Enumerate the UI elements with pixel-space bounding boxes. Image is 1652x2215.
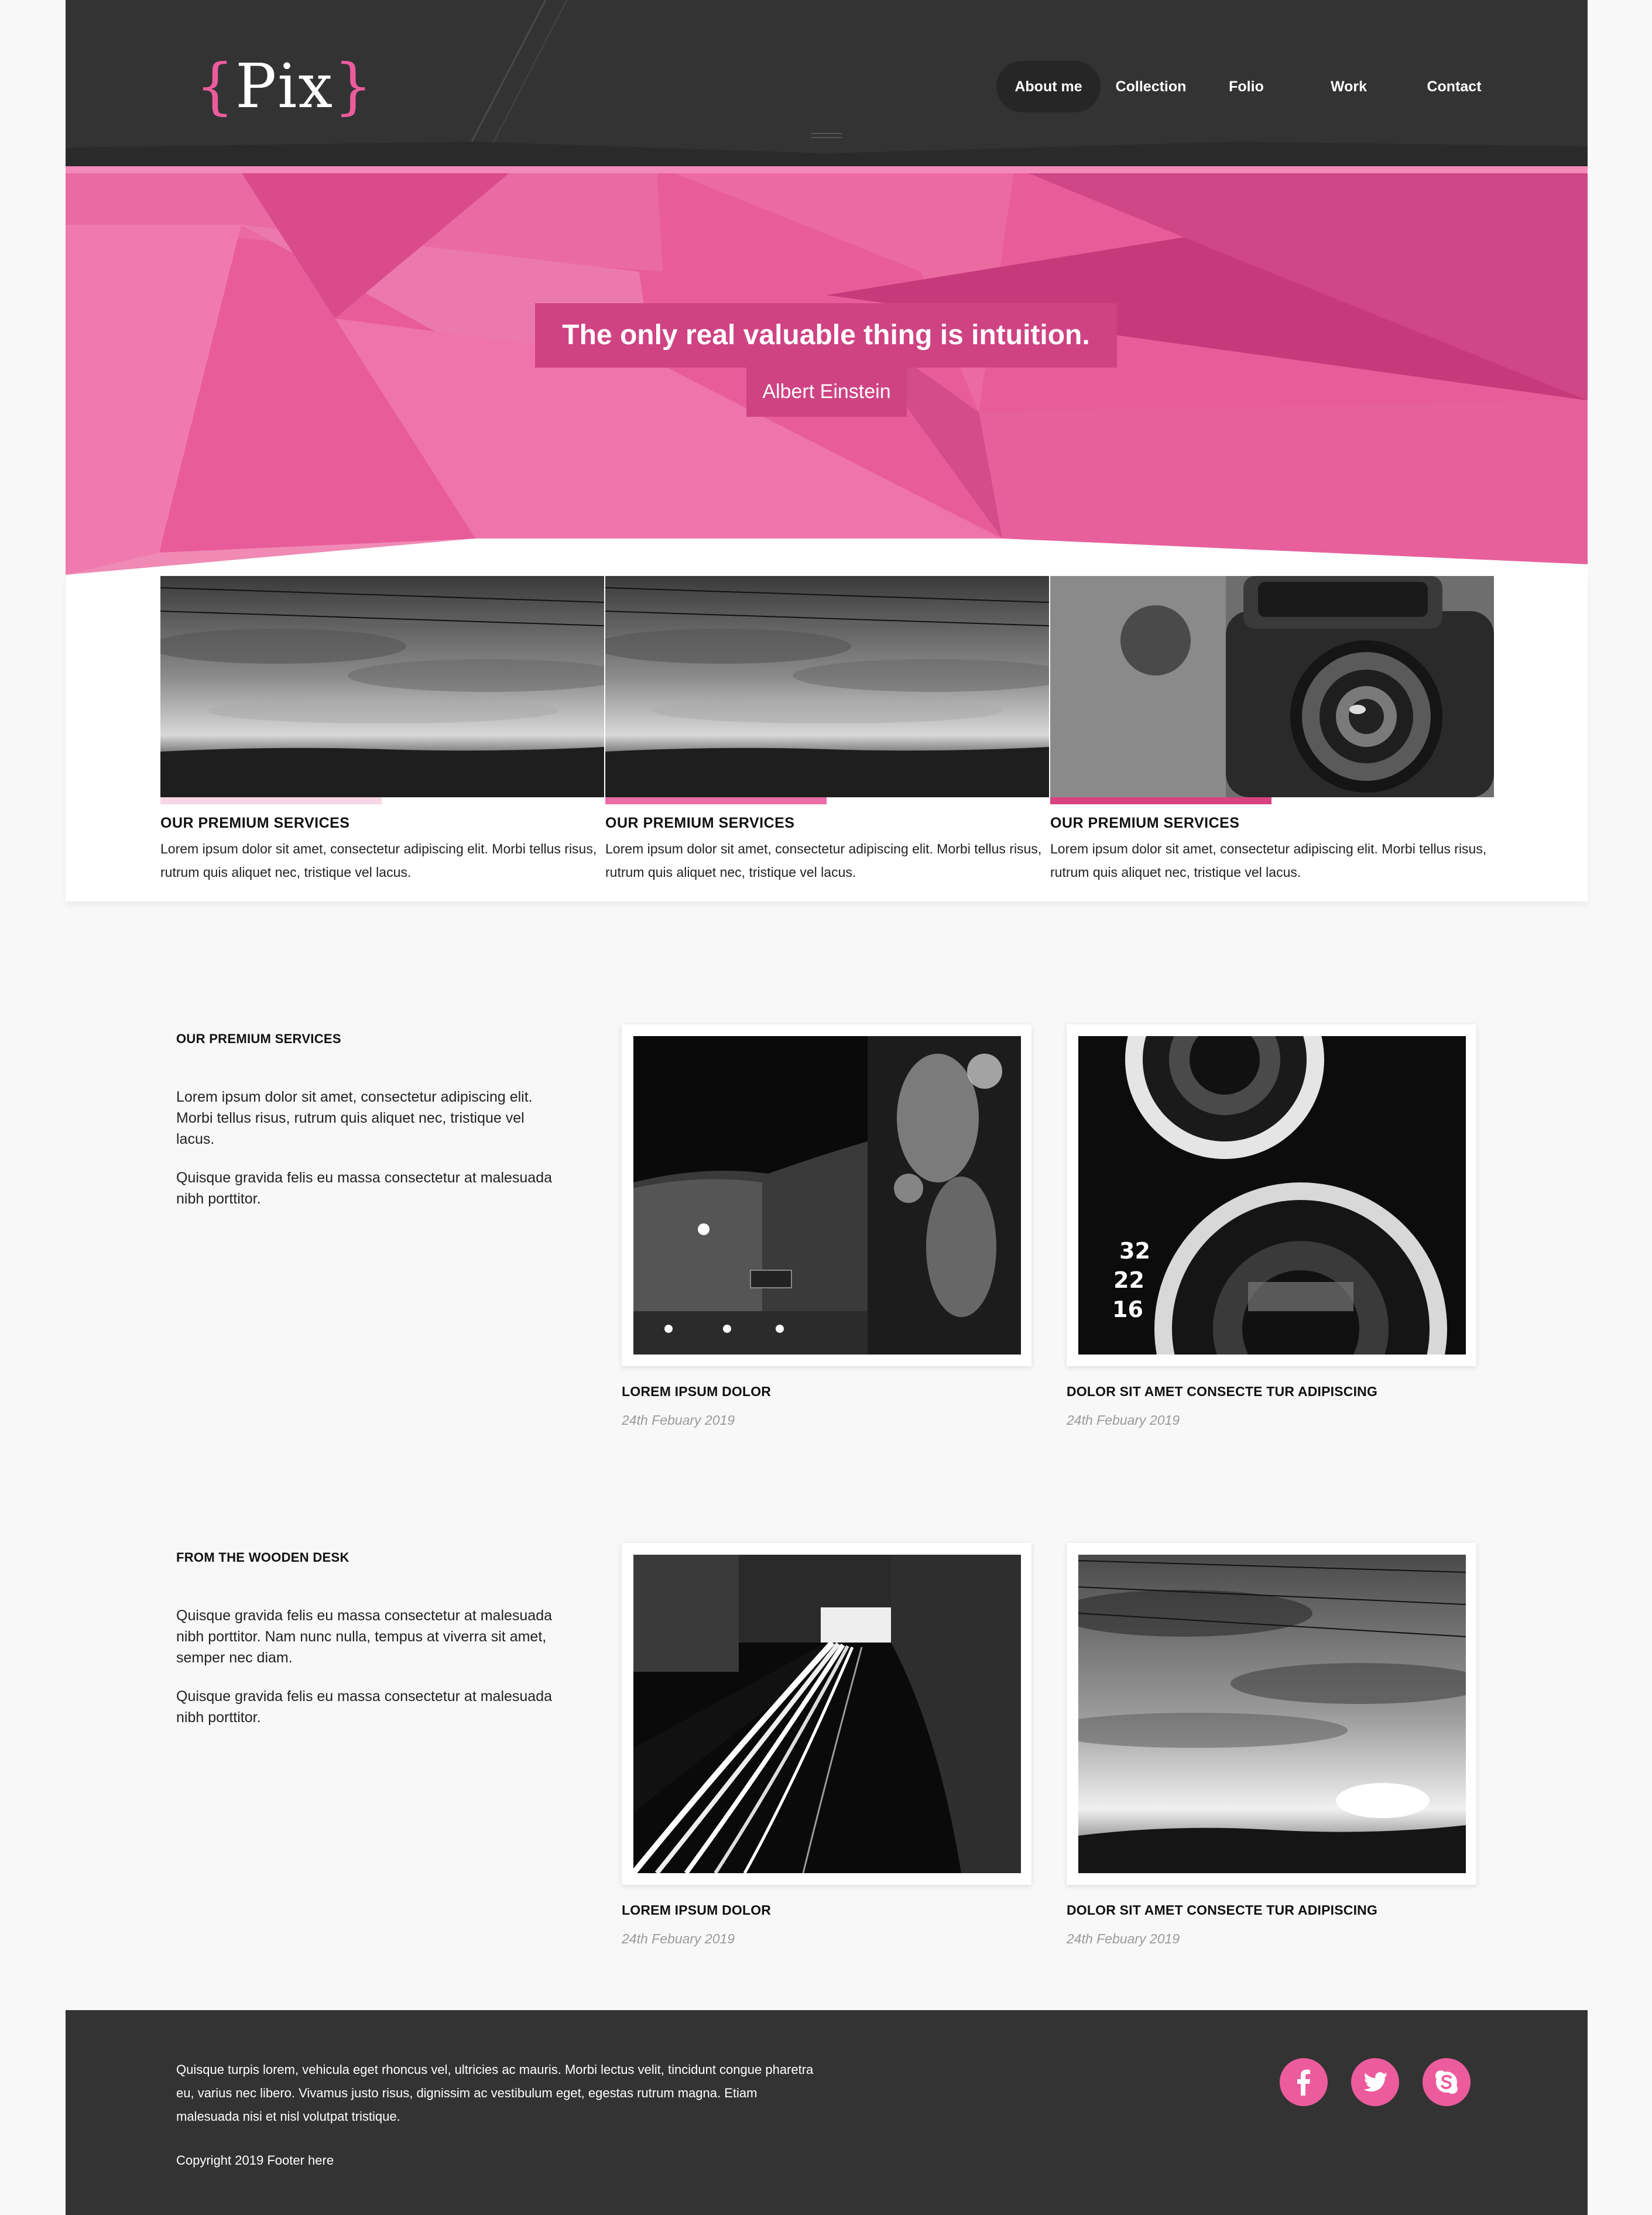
- post-date: 24th Febuary 2019: [622, 1412, 735, 1428]
- svg-text:22: 22: [1113, 1267, 1144, 1293]
- facebook-icon[interactable]: [1280, 2058, 1328, 2106]
- blog-post-card[interactable]: 32 22 16 DOLOR SIT AMET CONSECTE TUR ADI…: [1067, 1024, 1476, 1428]
- blog-section-wooden-desk: FROM THE WOODEN DESK Quisque gravida fel…: [66, 1543, 1588, 1995]
- post-title[interactable]: LOREM IPSUM DOLOR: [622, 1384, 1031, 1400]
- hero-quote-author: Albert Einstein: [746, 366, 907, 417]
- service-text: Lorem ipsum dolor sit amet, consectetur …: [1050, 841, 1487, 880]
- nav-work[interactable]: Work: [1310, 61, 1387, 112]
- service-accent-bar: [605, 797, 827, 804]
- section-paragraph: Quisque gravida felis eu massa consectet…: [176, 1607, 553, 1666]
- section-paragraph: Quisque gravida felis eu massa consectet…: [176, 1688, 553, 1726]
- post-image-frame[interactable]: 32 22 16: [1067, 1024, 1476, 1366]
- nav-folio[interactable]: Folio: [1207, 61, 1286, 112]
- svg-text:32: 32: [1119, 1238, 1150, 1264]
- site-footer: Quisque turpis lorem, vehicula eget rhon…: [66, 2010, 1588, 2215]
- menu-handle-icon[interactable]: [811, 133, 842, 139]
- post-date: 24th Febuary 2019: [1067, 1412, 1180, 1428]
- section-title: OUR PREMIUM SERVICES: [176, 1031, 341, 1046]
- service-text: Lorem ipsum dolor sit amet, consectetur …: [160, 841, 597, 880]
- footer-copyright: Copyright 2019 Footer here: [176, 2153, 334, 2168]
- post-title[interactable]: LOREM IPSUM DOLOR: [622, 1902, 1031, 1918]
- camera-lens-closeup-photo: 32 22 16: [1078, 1036, 1466, 1355]
- post-image-frame[interactable]: [622, 1024, 1031, 1366]
- service-card[interactable]: OUR PREMIUM SERVICES Lorem ipsum dolor s…: [605, 576, 1049, 880]
- section-paragraph: Lorem ipsum dolor sit amet, consectetur …: [176, 1089, 533, 1147]
- hero-quote: The only real valuable thing is intuitio…: [535, 303, 1117, 368]
- nav-contact[interactable]: Contact: [1411, 61, 1497, 112]
- section-title: FROM THE WOODEN DESK: [176, 1550, 349, 1565]
- twitter-icon[interactable]: [1351, 2058, 1399, 2106]
- service-text: Lorem ipsum dolor sit amet, consectetur …: [605, 841, 1042, 880]
- post-image-frame[interactable]: [622, 1543, 1031, 1885]
- skype-icon[interactable]: [1423, 2058, 1471, 2106]
- blog-post-card[interactable]: LOREM IPSUM DOLOR 24th Febuary 2019: [622, 1024, 1031, 1428]
- service-title: OUR PREMIUM SERVICES: [1050, 815, 1240, 831]
- post-date: 24th Febuary 2019: [1067, 1931, 1180, 1946]
- services-strip: OUR PREMIUM SERVICES Lorem ipsum dolor s…: [66, 576, 1588, 901]
- post-title[interactable]: DOLOR SIT AMET CONSECTE TUR ADIPISCING: [1067, 1902, 1476, 1918]
- building-night-photo: [633, 1036, 1021, 1355]
- site-header: {Pix} About me Collection Folio Work Con…: [66, 0, 1588, 166]
- vintage-camera-photo: [1050, 576, 1494, 797]
- post-date: 24th Febuary 2019: [622, 1931, 735, 1946]
- footer-text: Quisque turpis lorem, vehicula eget rhon…: [176, 2062, 814, 2124]
- service-title: OUR PREMIUM SERVICES: [605, 815, 795, 831]
- nav-collection[interactable]: Collection: [1102, 61, 1200, 112]
- post-image-frame[interactable]: [1067, 1543, 1476, 1885]
- service-card[interactable]: OUR PREMIUM SERVICES Lorem ipsum dolor s…: [1050, 576, 1494, 880]
- blog-post-card[interactable]: LOREM IPSUM DOLOR 24th Febuary 2019: [622, 1543, 1031, 1947]
- service-accent-bar: [1050, 797, 1271, 804]
- svg-text:16: 16: [1112, 1297, 1143, 1322]
- post-title[interactable]: DOLOR SIT AMET CONSECTE TUR ADIPISCING: [1067, 1384, 1476, 1400]
- service-card[interactable]: OUR PREMIUM SERVICES Lorem ipsum dolor s…: [160, 576, 604, 880]
- service-accent-bar: [160, 797, 382, 804]
- blog-section-premium-services: OUR PREMIUM SERVICES Lorem ipsum dolor s…: [66, 1024, 1588, 1476]
- section-paragraph: Quisque gravida felis eu massa consectet…: [176, 1170, 553, 1207]
- sunset-sky-photo: [160, 576, 604, 797]
- hero-banner: The only real valuable thing is intuitio…: [66, 166, 1588, 576]
- service-title: OUR PREMIUM SERVICES: [160, 815, 350, 831]
- site-logo[interactable]: {Pix}: [196, 54, 373, 118]
- cloudy-sky-photo: [1078, 1555, 1466, 1873]
- blog-post-card[interactable]: DOLOR SIT AMET CONSECTE TUR ADIPISCING 2…: [1067, 1543, 1476, 1947]
- light-trails-photo: [633, 1555, 1021, 1873]
- sunset-sky-photo: [605, 576, 1049, 797]
- nav-about-me[interactable]: About me: [996, 61, 1101, 112]
